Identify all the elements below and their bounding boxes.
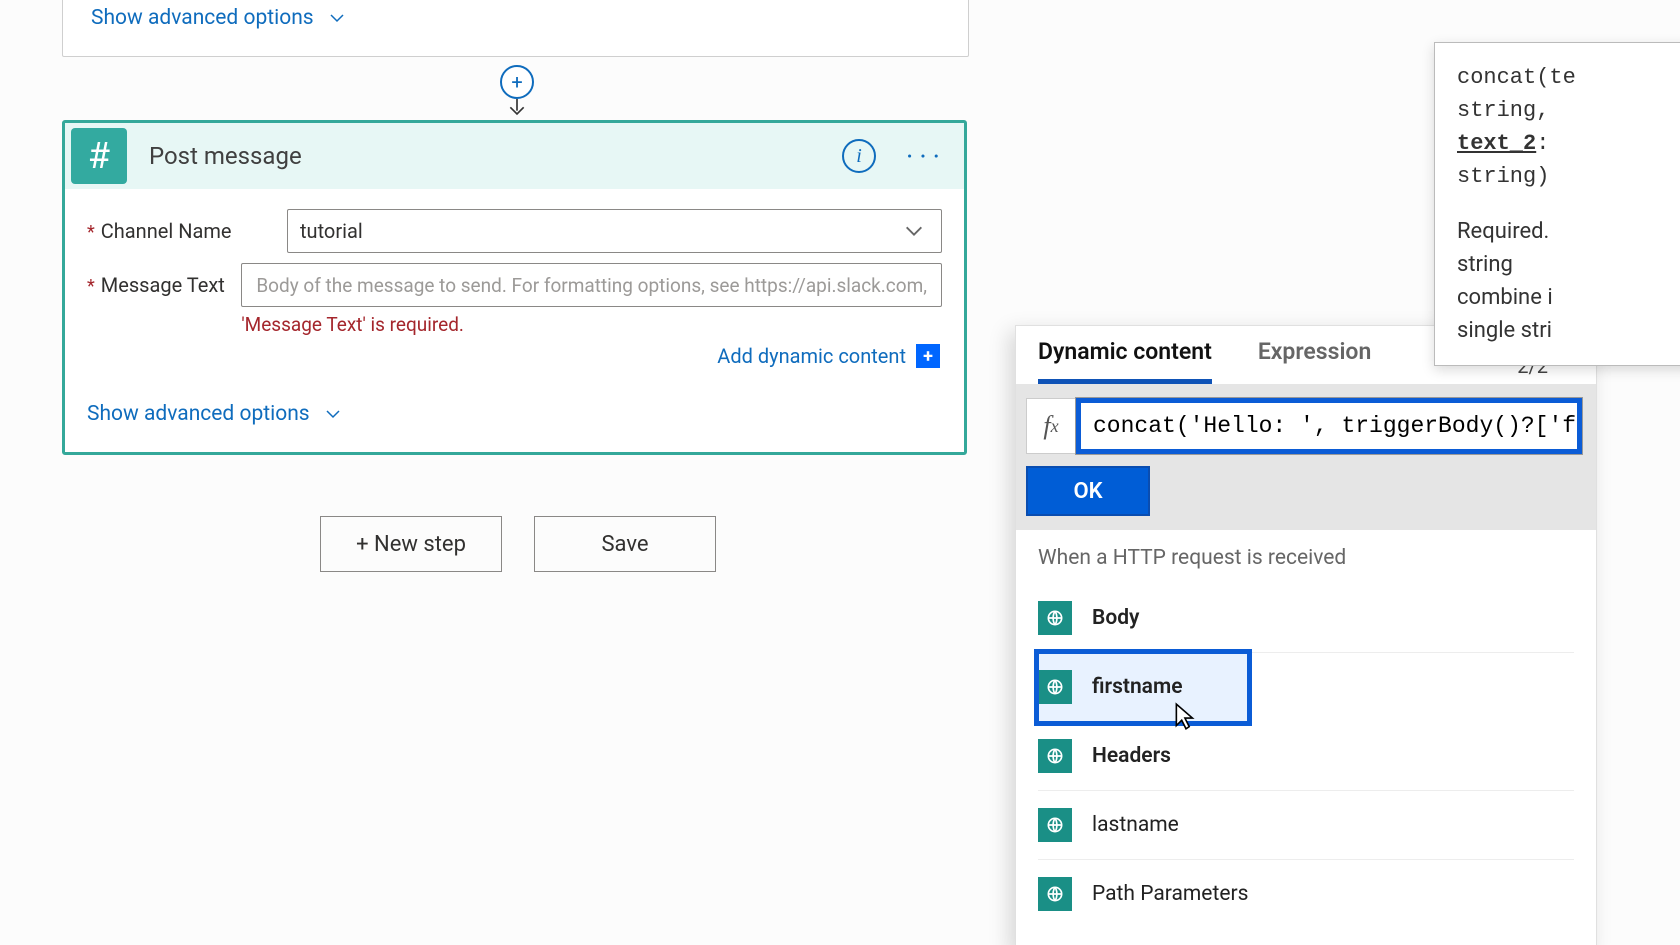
arrow-down-icon <box>505 99 529 119</box>
tooltip-desc-line: Required. <box>1457 215 1680 248</box>
plus-icon: + <box>916 344 940 368</box>
dc-item-label: lastname <box>1092 813 1179 837</box>
channel-value: tutorial <box>300 219 363 243</box>
dc-item-label: Path Parameters <box>1092 882 1248 906</box>
tooltip-desc-line: single stri <box>1457 314 1680 347</box>
required-asterisk: * <box>87 222 95 243</box>
save-button[interactable]: Save <box>534 516 716 572</box>
http-trigger-icon <box>1038 877 1072 911</box>
ok-button[interactable]: OK <box>1026 466 1150 516</box>
fx-icon: fx <box>1026 398 1076 454</box>
channel-select[interactable]: tutorial <box>287 209 942 253</box>
action-card-post-message: # Post message i ··· *Channel Name tutor… <box>62 120 967 455</box>
expression-tooltip: concat(te string, text_2: string) Requir… <box>1434 42 1680 366</box>
dc-item-label: Headers <box>1092 744 1171 768</box>
message-error: 'Message Text' is required. <box>241 313 942 336</box>
dc-section-title: When a HTTP request is received <box>1016 530 1596 584</box>
more-options-button[interactable]: ··· <box>906 140 946 173</box>
message-row: *Message Text Body of the message to sen… <box>87 263 942 380</box>
previous-action-card: Show advanced options <box>62 0 969 57</box>
dc-item-lastname[interactable]: lastname <box>1038 791 1574 860</box>
add-dynamic-content-link[interactable]: Add dynamic content + <box>241 344 940 368</box>
action-buttons: + New step Save <box>320 516 716 572</box>
tooltip-desc-line: combine i <box>1457 281 1680 314</box>
show-advanced-link[interactable]: Show advanced options <box>91 6 346 30</box>
dc-list: Body firstname Headers lastname Path Par… <box>1016 584 1596 945</box>
dc-item-firstname[interactable]: firstname <box>1038 653 1248 722</box>
http-trigger-icon <box>1038 601 1072 635</box>
chevron-down-icon <box>324 405 342 423</box>
ok-row: OK <box>1016 466 1596 530</box>
http-trigger-icon <box>1038 739 1072 773</box>
action-form: *Channel Name tutorial *Message Text Bod… <box>65 189 964 452</box>
dc-item-label: firstname <box>1092 675 1183 699</box>
show-advanced-link[interactable]: Show advanced options <box>87 402 942 426</box>
info-icon[interactable]: i <box>842 139 876 173</box>
dc-item-body[interactable]: Body <box>1038 584 1574 653</box>
message-label: *Message Text <box>87 263 241 297</box>
action-header[interactable]: # Post message i ··· <box>65 123 964 189</box>
channel-row: *Channel Name tutorial <box>87 209 942 253</box>
http-trigger-icon <box>1038 808 1072 842</box>
expression-input[interactable]: concat('Hello: ', triggerBody()?['firstn… <box>1076 398 1582 454</box>
show-advanced-label: Show advanced options <box>91 6 314 30</box>
tooltip-desc-line: string <box>1457 248 1680 281</box>
tab-expression[interactable]: Expression <box>1258 338 1371 384</box>
chevron-down-icon <box>328 9 346 27</box>
show-advanced-label: Show advanced options <box>87 402 310 426</box>
dynamic-content-flyout: ▲ 2/2 Dynamic content Expression fx conc… <box>1015 325 1597 945</box>
http-trigger-icon <box>1038 670 1072 704</box>
new-step-button[interactable]: + New step <box>320 516 502 572</box>
tooltip-signature: concat(te string, text_2: string) <box>1457 61 1680 193</box>
action-title: Post message <box>149 142 842 170</box>
dc-item-headers[interactable]: Headers <box>1038 722 1574 791</box>
channel-label: *Channel Name <box>87 209 287 243</box>
slack-hash-icon: # <box>71 128 127 184</box>
add-step-button[interactable]: + <box>500 65 534 99</box>
expression-row: fx concat('Hello: ', triggerBody()?['fir… <box>1016 384 1596 466</box>
message-placeholder: Body of the message to send. For formatt… <box>256 274 927 297</box>
dc-item-path-parameters[interactable]: Path Parameters <box>1038 860 1574 928</box>
chevron-down-icon <box>903 220 925 242</box>
message-input[interactable]: Body of the message to send. For formatt… <box>241 263 942 307</box>
connector: + <box>497 55 537 119</box>
add-dynamic-content-label: Add dynamic content <box>717 344 906 368</box>
dc-item-label: Body <box>1092 606 1139 630</box>
required-asterisk: * <box>87 276 95 297</box>
tab-dynamic-content[interactable]: Dynamic content <box>1038 338 1212 384</box>
